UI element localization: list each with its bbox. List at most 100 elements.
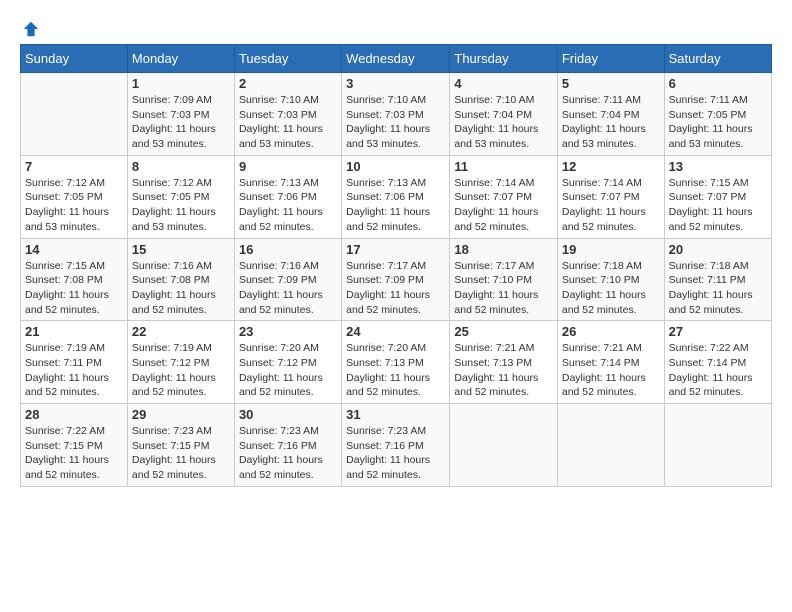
calendar-cell: 29 Sunrise: 7:23 AMSunset: 7:15 PMDayligh… [127,404,234,487]
calendar-cell: 21 Sunrise: 7:19 AMSunset: 7:11 PMDayligh… [21,321,128,404]
calendar-header-row: SundayMondayTuesdayWednesdayThursdayFrid… [21,45,772,73]
calendar-cell: 17 Sunrise: 7:17 AMSunset: 7:09 PMDayligh… [342,238,450,321]
day-info: Sunrise: 7:22 AMSunset: 7:15 PMDaylight:… [25,424,123,483]
day-number: 22 [132,324,230,339]
day-number: 23 [239,324,337,339]
calendar-cell: 13 Sunrise: 7:15 AMSunset: 7:07 PMDayligh… [664,155,771,238]
day-info: Sunrise: 7:23 AMSunset: 7:15 PMDaylight:… [132,424,230,483]
day-info: Sunrise: 7:11 AMSunset: 7:05 PMDaylight:… [669,93,767,152]
calendar-cell: 15 Sunrise: 7:16 AMSunset: 7:08 PMDayligh… [127,238,234,321]
day-number: 28 [25,407,123,422]
calendar-cell: 20Sunrise: 7:18 AMSunset: 7:11 PMDayligh… [664,238,771,321]
day-header-friday: Friday [557,45,664,73]
day-info: Sunrise: 7:19 AMSunset: 7:11 PMDaylight:… [25,341,123,400]
calendar-cell: 1 Sunrise: 7:09 AMSunset: 7:03 PMDaylight… [127,73,234,156]
logo [20,20,40,34]
day-header-thursday: Thursday [450,45,557,73]
calendar-cell: 24Sunrise: 7:20 AMSunset: 7:13 PMDayligh… [342,321,450,404]
day-info: Sunrise: 7:13 AMSunset: 7:06 PMDaylight:… [239,176,337,235]
calendar-cell [557,404,664,487]
day-number: 9 [239,159,337,174]
calendar-cell: 30Sunrise: 7:23 AMSunset: 7:16 PMDayligh… [234,404,341,487]
calendar-cell: 4 Sunrise: 7:10 AMSunset: 7:04 PMDaylight… [450,73,557,156]
day-info: Sunrise: 7:10 AMSunset: 7:03 PMDaylight:… [239,93,337,152]
calendar-table: SundayMondayTuesdayWednesdayThursdayFrid… [20,44,772,487]
day-number: 2 [239,76,337,91]
calendar-cell: 14 Sunrise: 7:15 AMSunset: 7:08 PMDayligh… [21,238,128,321]
day-number: 27 [669,324,767,339]
day-number: 12 [562,159,660,174]
day-number: 30 [239,407,337,422]
calendar-week-1: 1 Sunrise: 7:09 AMSunset: 7:03 PMDaylight… [21,73,772,156]
day-info: Sunrise: 7:17 AMSunset: 7:09 PMDaylight:… [346,259,445,318]
day-info: Sunrise: 7:11 AMSunset: 7:04 PMDaylight:… [562,93,660,152]
calendar-week-2: 7Sunrise: 7:12 AMSunset: 7:05 PMDaylight… [21,155,772,238]
day-number: 5 [562,76,660,91]
calendar-cell: 9 Sunrise: 7:13 AMSunset: 7:06 PMDaylight… [234,155,341,238]
day-info: Sunrise: 7:16 AMSunset: 7:08 PMDaylight:… [132,259,230,318]
calendar-cell [450,404,557,487]
calendar-cell [664,404,771,487]
calendar-cell [21,73,128,156]
day-number: 13 [669,159,767,174]
calendar-cell: 28 Sunrise: 7:22 AMSunset: 7:15 PMDayligh… [21,404,128,487]
day-info: Sunrise: 7:15 AMSunset: 7:08 PMDaylight:… [25,259,123,318]
day-info: Sunrise: 7:20 AMSunset: 7:12 PMDaylight:… [239,341,337,400]
calendar-cell: 18 Sunrise: 7:17 AMSunset: 7:10 PMDayligh… [450,238,557,321]
calendar-cell: 7Sunrise: 7:12 AMSunset: 7:05 PMDaylight… [21,155,128,238]
day-number: 10 [346,159,445,174]
day-header-tuesday: Tuesday [234,45,341,73]
day-info: Sunrise: 7:12 AMSunset: 7:05 PMDaylight:… [25,176,123,235]
day-number: 4 [454,76,552,91]
day-number: 3 [346,76,445,91]
day-info: Sunrise: 7:17 AMSunset: 7:10 PMDaylight:… [454,259,552,318]
day-info: Sunrise: 7:23 AMSunset: 7:16 PMDaylight:… [346,424,445,483]
day-info: Sunrise: 7:10 AMSunset: 7:03 PMDaylight:… [346,93,445,152]
day-number: 8 [132,159,230,174]
calendar-cell: 8 Sunrise: 7:12 AMSunset: 7:05 PMDaylight… [127,155,234,238]
day-number: 26 [562,324,660,339]
calendar-cell: 5 Sunrise: 7:11 AMSunset: 7:04 PMDaylight… [557,73,664,156]
day-header-saturday: Saturday [664,45,771,73]
day-header-monday: Monday [127,45,234,73]
day-number: 29 [132,407,230,422]
day-info: Sunrise: 7:19 AMSunset: 7:12 PMDaylight:… [132,341,230,400]
calendar-cell: 19 Sunrise: 7:18 AMSunset: 7:10 PMDayligh… [557,238,664,321]
day-number: 1 [132,76,230,91]
calendar-cell: 26 Sunrise: 7:21 AMSunset: 7:14 PMDayligh… [557,321,664,404]
day-info: Sunrise: 7:21 AMSunset: 7:13 PMDaylight:… [454,341,552,400]
day-number: 20 [669,242,767,257]
day-info: Sunrise: 7:21 AMSunset: 7:14 PMDaylight:… [562,341,660,400]
calendar-week-4: 21 Sunrise: 7:19 AMSunset: 7:11 PMDayligh… [21,321,772,404]
day-info: Sunrise: 7:15 AMSunset: 7:07 PMDaylight:… [669,176,767,235]
day-info: Sunrise: 7:14 AMSunset: 7:07 PMDaylight:… [454,176,552,235]
day-header-sunday: Sunday [21,45,128,73]
calendar-cell: 31 Sunrise: 7:23 AMSunset: 7:16 PMDayligh… [342,404,450,487]
day-info: Sunrise: 7:18 AMSunset: 7:10 PMDaylight:… [562,259,660,318]
calendar-cell: 11 Sunrise: 7:14 AMSunset: 7:07 PMDayligh… [450,155,557,238]
day-number: 31 [346,407,445,422]
day-info: Sunrise: 7:16 AMSunset: 7:09 PMDaylight:… [239,259,337,318]
day-info: Sunrise: 7:12 AMSunset: 7:05 PMDaylight:… [132,176,230,235]
day-number: 18 [454,242,552,257]
calendar-cell: 3 Sunrise: 7:10 AMSunset: 7:03 PMDaylight… [342,73,450,156]
calendar-cell: 25Sunrise: 7:21 AMSunset: 7:13 PMDayligh… [450,321,557,404]
day-number: 19 [562,242,660,257]
day-number: 17 [346,242,445,257]
day-number: 6 [669,76,767,91]
day-number: 21 [25,324,123,339]
calendar-cell: 27 Sunrise: 7:22 AMSunset: 7:14 PMDayligh… [664,321,771,404]
day-header-wednesday: Wednesday [342,45,450,73]
day-info: Sunrise: 7:10 AMSunset: 7:04 PMDaylight:… [454,93,552,152]
page-header [20,20,772,34]
calendar-cell: 6 Sunrise: 7:11 AMSunset: 7:05 PMDaylight… [664,73,771,156]
calendar-cell: 10Sunrise: 7:13 AMSunset: 7:06 PMDayligh… [342,155,450,238]
day-number: 14 [25,242,123,257]
day-info: Sunrise: 7:22 AMSunset: 7:14 PMDaylight:… [669,341,767,400]
day-number: 16 [239,242,337,257]
day-number: 15 [132,242,230,257]
calendar-cell: 23 Sunrise: 7:20 AMSunset: 7:12 PMDayligh… [234,321,341,404]
day-number: 11 [454,159,552,174]
calendar-week-3: 14 Sunrise: 7:15 AMSunset: 7:08 PMDayligh… [21,238,772,321]
day-info: Sunrise: 7:09 AMSunset: 7:03 PMDaylight:… [132,93,230,152]
